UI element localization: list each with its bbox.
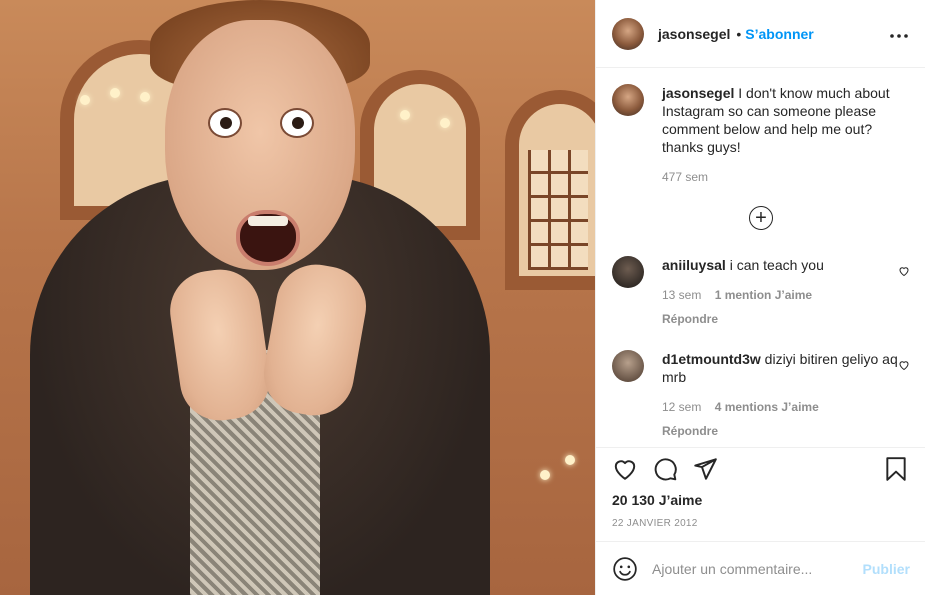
commenter-username[interactable]: d1etmountd3w (662, 351, 761, 367)
smiley-icon[interactable] (612, 556, 638, 582)
add-comment-bar: Ajouter un commentaire... Publier (596, 541, 925, 595)
caption-time[interactable]: 477 sem (662, 168, 910, 186)
background-window (528, 150, 588, 270)
comment-icon[interactable] (652, 456, 678, 485)
comment-text: i can teach you (729, 257, 824, 273)
commenter-avatar[interactable] (612, 256, 644, 288)
author-username[interactable]: jasonsegel (658, 26, 730, 42)
comment-item: d1etmountd3w diziyi bitiren geliyo aq mr… (612, 350, 910, 440)
paper-plane-icon[interactable] (692, 456, 718, 485)
string-light (400, 110, 410, 120)
comment-like-count[interactable]: 4 mentions J’aime (715, 400, 819, 414)
comment-time[interactable]: 12 sem (662, 400, 701, 414)
comments-section: jasonsegel I don't know much about Insta… (596, 68, 925, 448)
person-eye (208, 108, 242, 138)
more-options-icon[interactable] (889, 23, 909, 44)
heart-icon[interactable] (612, 456, 638, 485)
load-more-comments-icon[interactable]: + (749, 206, 773, 230)
comment-item: aniiluysal i can teach you 13 sem 1 ment… (612, 256, 910, 328)
comment-time[interactable]: 13 sem (662, 288, 701, 302)
person-eye (280, 108, 314, 138)
string-light (440, 118, 450, 128)
like-count[interactable]: 20 130 J’aime (612, 492, 702, 508)
post-header: jasonsegel • S’abonner (596, 0, 925, 68)
post-date: 22 JANVIER 2012 (612, 518, 698, 529)
string-light (140, 92, 150, 102)
caption-username[interactable]: jasonsegel (662, 85, 734, 101)
author-avatar[interactable] (612, 17, 644, 50)
string-light (80, 95, 90, 105)
bookmark-icon[interactable] (883, 456, 909, 485)
commenter-avatar[interactable] (612, 350, 644, 382)
reply-button[interactable]: Répondre (662, 422, 900, 440)
post-caption: jasonsegel I don't know much about Insta… (612, 84, 910, 186)
string-light (540, 470, 550, 480)
reply-button[interactable]: Répondre (662, 310, 900, 328)
commenter-username[interactable]: aniiluysal (662, 257, 726, 273)
string-light (110, 88, 120, 98)
post-panel: jasonsegel • S’abonner jasonsegel I don'… (595, 0, 925, 595)
separator-dot: • (736, 25, 742, 42)
post-actions (612, 455, 909, 485)
publish-button[interactable]: Publier (863, 561, 910, 577)
string-light (565, 455, 575, 465)
follow-button[interactable]: S’abonner (745, 26, 813, 42)
author-avatar[interactable] (612, 84, 644, 116)
comment-heart-icon[interactable] (898, 264, 910, 277)
comment-input[interactable]: Ajouter un commentaire... (652, 561, 863, 577)
post-photo[interactable] (0, 0, 595, 595)
comment-like-count[interactable]: 1 mention J’aime (715, 288, 812, 302)
person-mouth (236, 210, 300, 266)
comment-heart-icon[interactable] (898, 358, 910, 371)
